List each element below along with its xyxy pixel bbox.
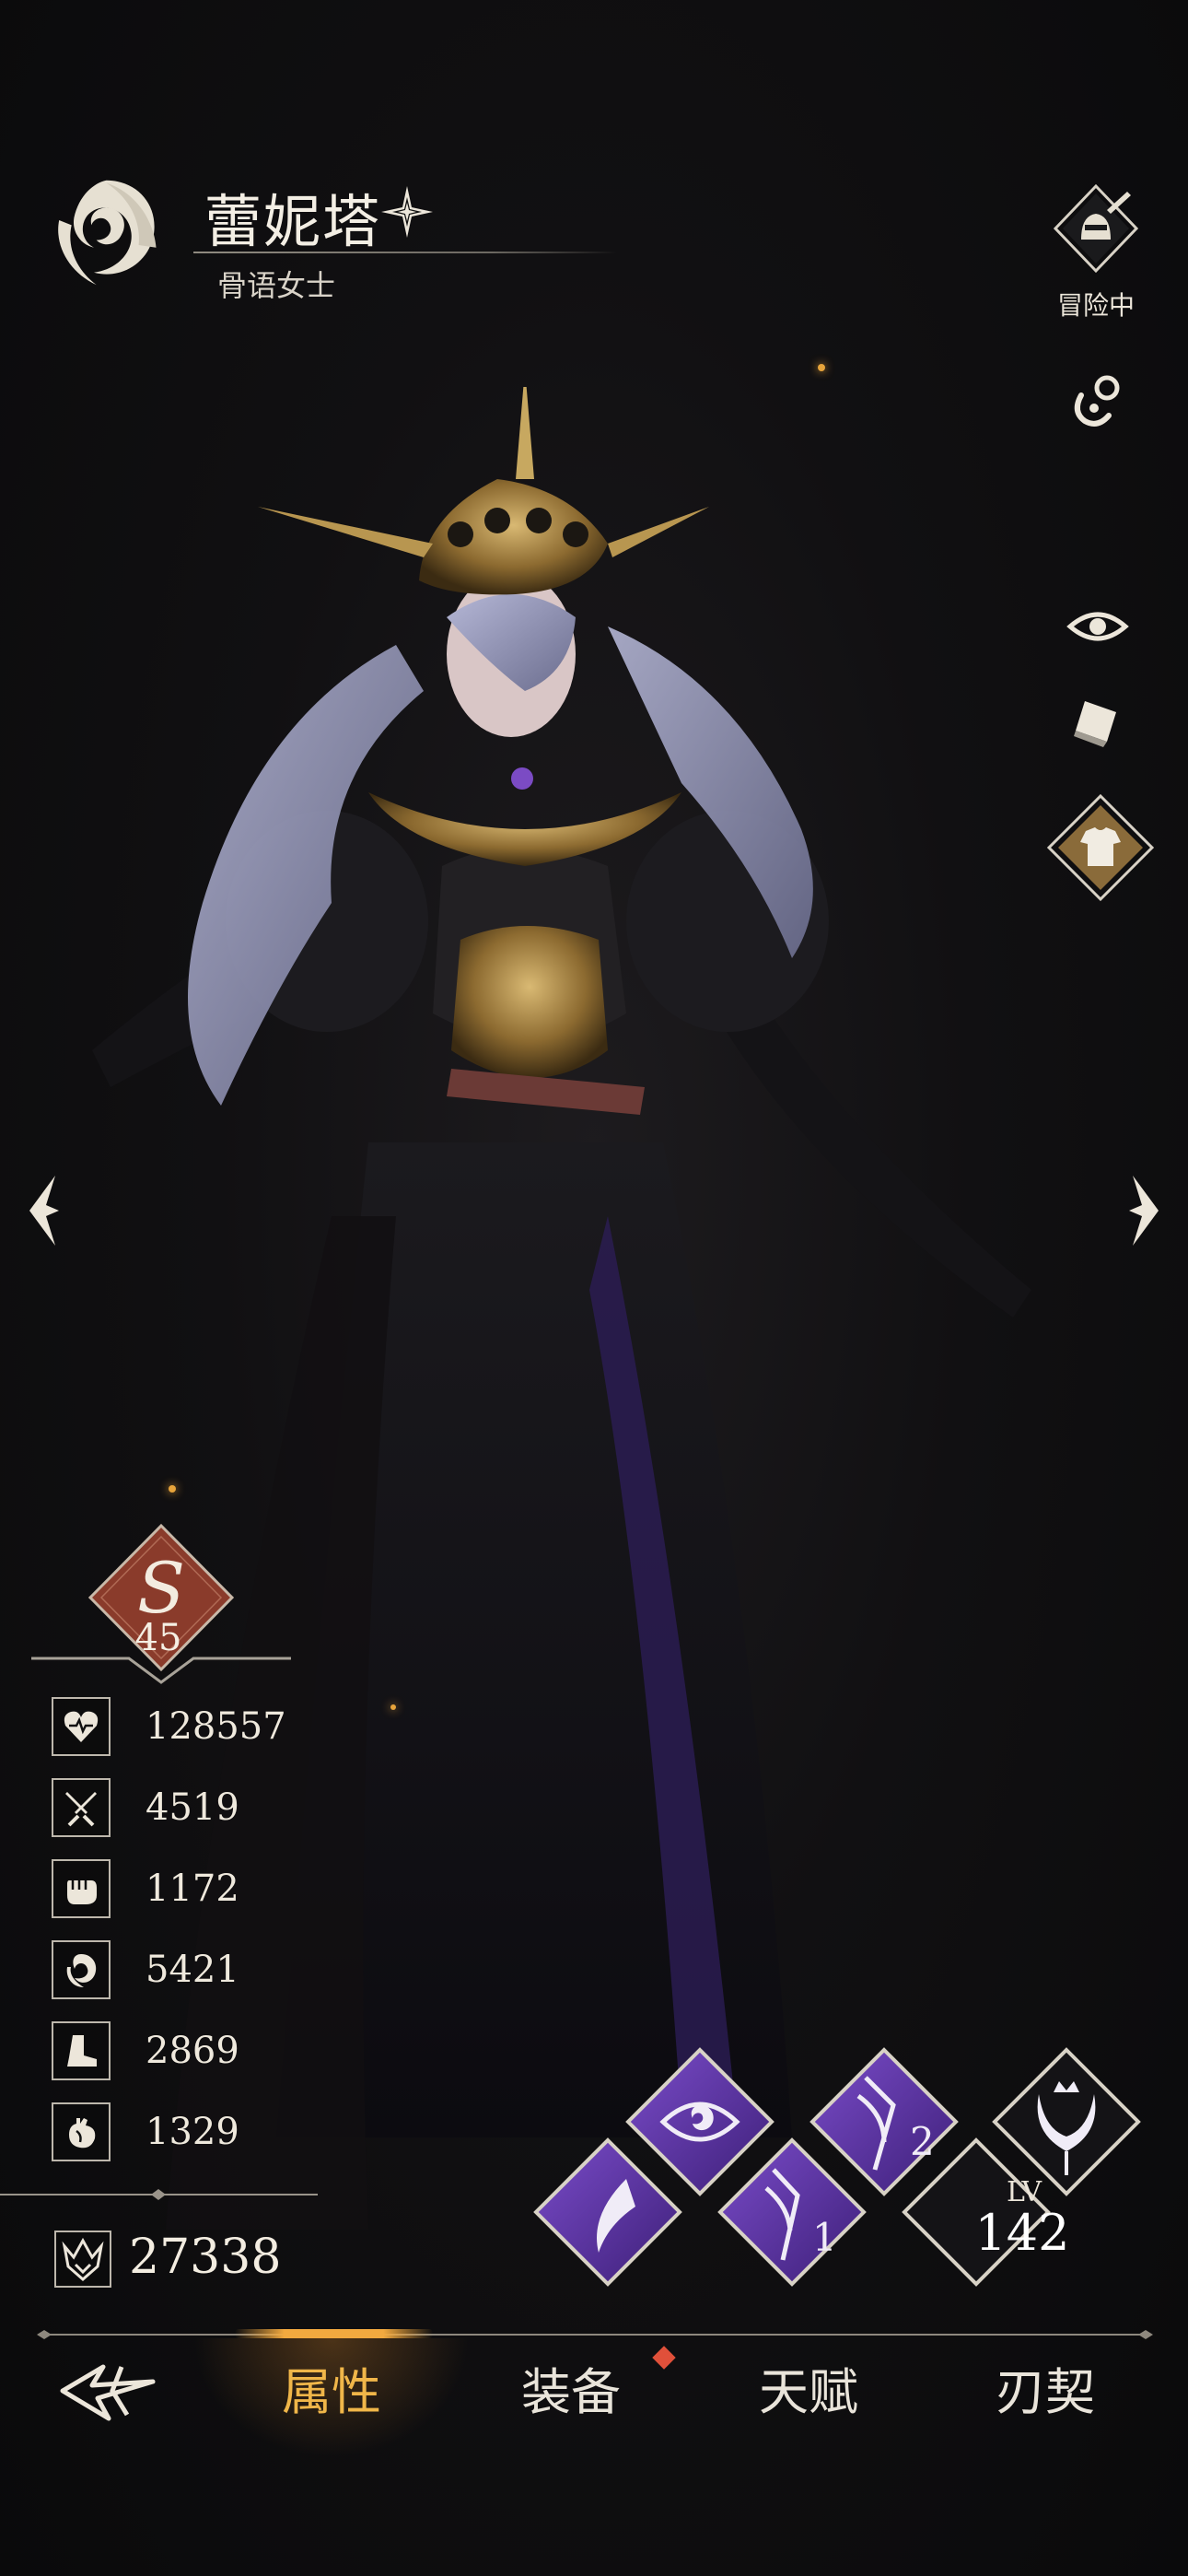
spiral-icon bbox=[52, 1940, 111, 1999]
tab-attributes[interactable]: 属性 bbox=[239, 2351, 424, 2424]
tab-equipment[interactable]: 装备 bbox=[479, 2351, 663, 2424]
fist-icon bbox=[52, 1859, 111, 1918]
stat-row-spirit[interactable]: 5421 bbox=[52, 1937, 328, 2003]
total-power-value: 27338 bbox=[129, 2230, 282, 2285]
faction-emblem-icon bbox=[58, 180, 157, 286]
note-icon[interactable] bbox=[1061, 686, 1135, 760]
stat-row-attack[interactable]: 4519 bbox=[52, 1774, 328, 1841]
stat-value-vitality: 1329 bbox=[146, 2111, 239, 2153]
eye-icon[interactable] bbox=[1061, 590, 1135, 663]
next-character-arrow[interactable] bbox=[1114, 1168, 1170, 1251]
rank-level: 45 bbox=[134, 1617, 182, 1659]
name-divider bbox=[193, 252, 617, 253]
skill-ultimate[interactable] bbox=[992, 2047, 1141, 2196]
tab-talent[interactable]: 天赋 bbox=[716, 2351, 901, 2424]
level-value: 142 bbox=[974, 2204, 1070, 2262]
active-tab-indicator bbox=[235, 2329, 433, 2338]
stat-row-power[interactable]: 1172 bbox=[52, 1856, 328, 1922]
ember-particle bbox=[169, 1485, 176, 1493]
ember-particle bbox=[390, 1704, 396, 1710]
rarity-star-icon bbox=[381, 186, 433, 238]
heart-icon bbox=[52, 1697, 111, 1756]
character-title: 骨语女士 bbox=[217, 268, 336, 303]
stat-row-speed[interactable]: 2869 bbox=[52, 2018, 328, 2084]
stat-value-speed: 2869 bbox=[146, 2030, 239, 2072]
rank-badge[interactable]: S bbox=[28, 1520, 295, 1686]
tab-blade-pact[interactable]: 刃契 bbox=[953, 2351, 1137, 2424]
adventure-status-button[interactable]: 冒险中 bbox=[1050, 182, 1142, 330]
skill-blade-1[interactable]: 1 bbox=[717, 2137, 867, 2287]
crown-crest-icon bbox=[54, 2231, 111, 2288]
anatomical-heart-icon bbox=[52, 2102, 111, 2161]
skill-claw[interactable] bbox=[533, 2137, 682, 2287]
sword-icon bbox=[52, 1778, 111, 1837]
ember-particle bbox=[818, 364, 825, 371]
stat-value-hp: 128557 bbox=[146, 1705, 286, 1748]
stat-row-vitality[interactable]: 1329 bbox=[52, 2099, 328, 2165]
skill-panel: 2 1 bbox=[533, 2047, 1141, 2287]
character-name: 蕾妮塔 bbox=[204, 188, 382, 255]
stat-value-attack: 4519 bbox=[146, 1786, 239, 1829]
boot-icon bbox=[52, 2021, 111, 2080]
skill-blade-2[interactable]: 2 bbox=[809, 2047, 959, 2196]
previous-character-arrow[interactable] bbox=[18, 1168, 74, 1251]
skill-slot-number: 1 bbox=[812, 2215, 837, 2260]
stat-row-hp[interactable]: 128557 bbox=[52, 1693, 328, 1760]
pin-button[interactable] bbox=[1061, 364, 1135, 438]
skill-slot-number: 2 bbox=[910, 2119, 935, 2164]
knight-helmet-icon bbox=[1053, 183, 1139, 274]
skill-eye[interactable] bbox=[625, 2047, 775, 2196]
outfit-button[interactable] bbox=[1045, 792, 1156, 903]
stats-divider bbox=[0, 2189, 318, 2200]
adventure-status-label: 冒险中 bbox=[1056, 290, 1135, 321]
stat-value-spirit: 5421 bbox=[146, 1949, 239, 1991]
stat-value-power: 1172 bbox=[146, 1868, 239, 1910]
back-button[interactable] bbox=[57, 2354, 158, 2428]
